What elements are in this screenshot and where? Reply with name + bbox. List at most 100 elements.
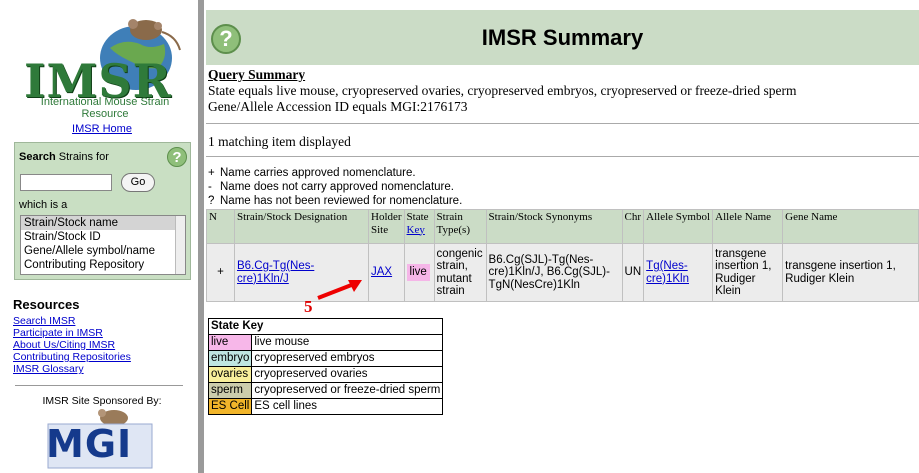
tagline-line-1: International Mouse Strain: [40, 96, 170, 108]
state-key-row: embryo cryopreserved embryos: [207, 350, 444, 367]
search-type-listbox[interactable]: Strain/Stock name Strain/Stock ID Gene/A…: [20, 215, 186, 275]
which-label: which is a: [19, 199, 68, 211]
nomenclature-legend: + Name carries approved nomenclature. - Na…: [208, 166, 462, 208]
state-key-row: ovaries cryopreserved ovaries: [207, 366, 444, 383]
state-key-header: State Key: [207, 318, 444, 335]
cell-synonyms: B6.Cg(SJL)-Tg(Nes-cre)1Kln/J, B6.Cg(SJL)…: [485, 243, 623, 302]
legend-symbol: -: [208, 181, 212, 193]
col-n: N: [206, 209, 235, 244]
glossary-link[interactable]: IMSR Glossary: [13, 363, 131, 375]
search-panel: Search Strains for ? Go which is a Strai…: [14, 142, 191, 280]
imsr-logo[interactable]: IMSR: [18, 8, 188, 108]
col-synonyms: Strain/Stock Synonyms: [485, 209, 623, 244]
col-gene-name: Gene Name: [782, 209, 919, 244]
designation-link[interactable]: B6.Cg-Tg(Nes-cre)1Kln/J: [237, 260, 314, 285]
about-us-link[interactable]: About Us/Citing IMSR: [13, 339, 131, 351]
cell-chr: UN: [621, 243, 645, 302]
results-table: N Strain/Stock Designation Holder Site S…: [206, 209, 919, 302]
col-allele-name: Allele Name: [712, 209, 784, 244]
imsr-home-link[interactable]: IMSR Home: [72, 123, 132, 135]
contributing-repositories-link[interactable]: Contributing Repositories: [13, 351, 131, 363]
listbox-option[interactable]: Strain/Stock ID: [21, 230, 185, 244]
state-key-row: ES Cell ES cell lines: [207, 398, 444, 415]
col-chr: Chr: [621, 209, 645, 244]
state-desc: live mouse: [251, 334, 444, 351]
legend-item: - Name does not carry approved nomenclatu…: [208, 180, 462, 194]
state-desc: cryopreserved or freeze-dried sperm: [251, 382, 444, 399]
col-designation: Strain/Stock Designation: [234, 209, 369, 244]
allele-symbol-link[interactable]: Tg(Nes-cre)1Kln: [646, 260, 689, 285]
annotation-number: 5: [304, 297, 313, 316]
main-content: IMSR Summary ? Query Summary State equal…: [206, 0, 919, 473]
mgi-logo[interactable]: MGI: [44, 404, 154, 470]
state-key-row: sperm cryopreserved or freeze-dried sperm: [207, 382, 444, 399]
search-label: Search Strains for: [19, 151, 109, 163]
tagline-line-2: Resource: [81, 108, 129, 120]
result-count: 1 matching item displayed: [208, 134, 351, 149]
tagline: International Mouse Strain Resource: [20, 96, 190, 120]
state-code-embryo: embryo: [207, 350, 253, 367]
query-summary-title: Query Summary: [208, 67, 306, 82]
state-key-title: State Key: [207, 318, 444, 335]
header-bar: IMSR Summary ?: [206, 10, 919, 65]
state-desc: ES cell lines: [251, 398, 444, 415]
state-key-row: live live mouse: [207, 334, 444, 351]
listbox-option[interactable]: Strain/Stock name: [21, 216, 185, 230]
legend-text: Name carries approved nomenclature.: [220, 167, 416, 179]
col-strain-type: Strain Type(s): [433, 209, 487, 244]
state-key-link[interactable]: Key: [407, 224, 425, 236]
state-code-sperm: sperm: [207, 382, 253, 399]
search-input[interactable]: [20, 174, 112, 191]
legend-symbol: +: [208, 167, 215, 179]
column-divider: [198, 0, 204, 473]
cell-allele-symbol: Tg(Nes-cre)1Kln: [643, 243, 714, 302]
listbox-option[interactable]: Gene/Allele symbol/name: [21, 244, 185, 258]
search-label-bold: Search: [19, 151, 56, 163]
state-code-ovaries: ovaries: [207, 366, 253, 383]
col-state: State Key: [403, 209, 435, 244]
legend-symbol: ?: [208, 195, 215, 207]
search-label-rest: Strains for: [55, 151, 109, 163]
legend-item: + Name carries approved nomenclature.: [208, 166, 462, 180]
state-code-es-cell: ES Cell: [207, 398, 253, 415]
cell-allele-name: transgene insertion 1, Rudiger Klein: [712, 243, 784, 302]
holder-link[interactable]: JAX: [371, 266, 392, 278]
state-desc: cryopreserved ovaries: [251, 366, 444, 383]
query-line-1: State equals live mouse, cryopreserved o…: [208, 83, 797, 98]
legend-text: Name has not been reviewed for nomenclat…: [220, 195, 463, 207]
home-link-wrap: IMSR Home: [0, 123, 204, 135]
mgi-logo-text: MGI: [46, 422, 133, 466]
query-summary: Query Summary State equals live mouse, c…: [208, 67, 797, 115]
state-key-table: State Key live live mouse embryo cryoprese…: [207, 318, 444, 415]
cell-strain-type: congenic strain, mutant strain: [433, 243, 487, 302]
legend-item: ? Name has not been reviewed for nomencla…: [208, 194, 462, 208]
table-header-row: N Strain/Stock Designation Holder Site S…: [206, 209, 919, 244]
red-arrow-icon: [317, 280, 362, 300]
state-desc: cryopreserved embryos: [251, 350, 444, 367]
col-state-label: State: [406, 211, 429, 223]
resources-links: Search IMSR Participate in IMSR About Us…: [13, 315, 131, 375]
col-allele-symbol: Allele Symbol: [643, 209, 714, 244]
resources-title: Resources: [13, 297, 80, 312]
divider-line: [206, 123, 919, 124]
state-badge: live: [406, 264, 430, 281]
state-code-live: live: [207, 334, 253, 351]
cell-gene-name: transgene insertion 1, Rudiger Klein: [782, 243, 919, 302]
go-button[interactable]: Go: [121, 173, 155, 192]
question-icon[interactable]: ?: [167, 147, 187, 167]
participate-link[interactable]: Participate in IMSR: [13, 327, 131, 339]
page-title: IMSR Summary: [481, 25, 644, 50]
divider-line: [206, 156, 919, 157]
listbox-option[interactable]: Contributing Repository: [21, 258, 185, 272]
cell-n: +: [206, 243, 235, 302]
cell-holder: JAX: [368, 243, 405, 302]
cell-state: live: [403, 243, 435, 302]
search-imsr-link[interactable]: Search IMSR: [13, 315, 131, 327]
legend-text: Name does not carry approved nomenclatur…: [220, 181, 454, 193]
question-icon[interactable]: ?: [211, 24, 241, 54]
col-holder: Holder Site: [368, 209, 405, 244]
sidebar: IMSR International Mouse Strain Resource…: [0, 0, 198, 473]
sponsor-divider: [15, 385, 183, 386]
query-line-2: Gene/Allele Accession ID equals MGI:2176…: [208, 99, 468, 114]
listbox-scrollbar[interactable]: [175, 216, 185, 274]
